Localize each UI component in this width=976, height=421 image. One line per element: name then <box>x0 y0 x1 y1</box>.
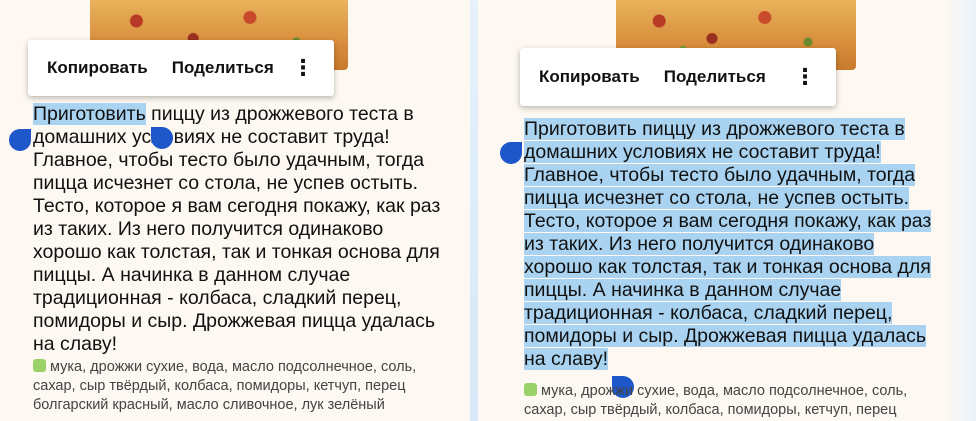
edge-shadow <box>946 0 976 421</box>
text-selection-toolbar: Копировать Поделиться ⋮ <box>28 40 334 96</box>
selected-text: Приготовить пиццу из дрожжевого теста в <box>524 118 905 140</box>
ingredients-leaf-icon <box>524 383 537 396</box>
selection-end-handle[interactable] <box>151 127 173 149</box>
selected-text: на славу! <box>524 348 609 370</box>
selection-start-handle[interactable] <box>9 129 31 151</box>
text-line: на славу! <box>33 333 118 355</box>
ingredients-list: мука, дрожжи сухие, вода, масло подсолне… <box>33 359 417 413</box>
ingredients-leaf-icon <box>33 359 46 372</box>
share-button[interactable]: Поделиться <box>640 67 766 87</box>
recipe-description[interactable]: Приготовить пиццу из дрожжевого теста в … <box>33 103 453 356</box>
text-line: хорошо как толстая, так и тонкая основа … <box>33 241 440 263</box>
selected-text: хорошо как толстая, так и тонкая основа … <box>524 256 931 278</box>
text-line: Главное, чтобы тесто было удачным, тогда <box>33 149 425 171</box>
text-line: домашних условиях не составит труда! <box>33 126 390 148</box>
more-options-icon[interactable]: ⋮ <box>794 66 816 88</box>
text-line: пиццы. А начинка в данном случае <box>33 264 351 286</box>
more-options-icon[interactable]: ⋮ <box>292 57 314 79</box>
screen-left: Копировать Поделиться ⋮ Приготовить пицц… <box>0 0 470 421</box>
screen-right: Копировать Поделиться ⋮ Приготовить пицц… <box>478 0 976 421</box>
ingredients-list: мука, дрожжи сухие, вода, масло подсолне… <box>524 383 908 418</box>
text-line: Приготовить пиццу из дрожжевого теста в <box>33 103 414 125</box>
selected-text: Главное, чтобы тесто было удачным, тогда <box>524 164 916 186</box>
selection-start-handle[interactable] <box>500 142 522 164</box>
recipe-description[interactable]: Приготовить пиццу из дрожжевого теста в … <box>524 118 964 371</box>
share-button[interactable]: Поделиться <box>148 58 274 78</box>
selected-text: из таких. Из него получится одинаково <box>524 233 875 255</box>
text-line: традиционная - колбаса, сладкий перец, <box>33 287 402 309</box>
selected-text: помидоры и сыр. Дрожжевая пицца удалась <box>524 325 927 347</box>
selected-text: традиционная - колбаса, сладкий перец, <box>524 302 893 324</box>
text-line: пицца исчезнет со стола, не успев остыть… <box>33 172 419 194</box>
text-line: Тесто, которое я вам сегодня покажу, как… <box>33 195 441 217</box>
copy-button[interactable]: Копировать <box>520 67 640 87</box>
text-line: помидоры и сыр. Дрожжевая пицца удалась <box>33 310 436 332</box>
text-selection-toolbar: Копировать Поделиться ⋮ <box>520 48 836 106</box>
selected-text: Тесто, которое я вам сегодня покажу, как… <box>524 210 932 232</box>
selected-text: пицца исчезнет со стола, не успев остыть… <box>524 187 910 209</box>
selected-text: пиццы. А начинка в данном случае <box>524 279 842 301</box>
selected-text: Приготовить <box>33 103 146 125</box>
copy-button[interactable]: Копировать <box>28 58 148 78</box>
selected-text: домашних условиях не составит труда! <box>524 141 881 163</box>
divider <box>470 0 478 421</box>
text-line: из таких. Из него получится одинаково <box>33 218 384 240</box>
